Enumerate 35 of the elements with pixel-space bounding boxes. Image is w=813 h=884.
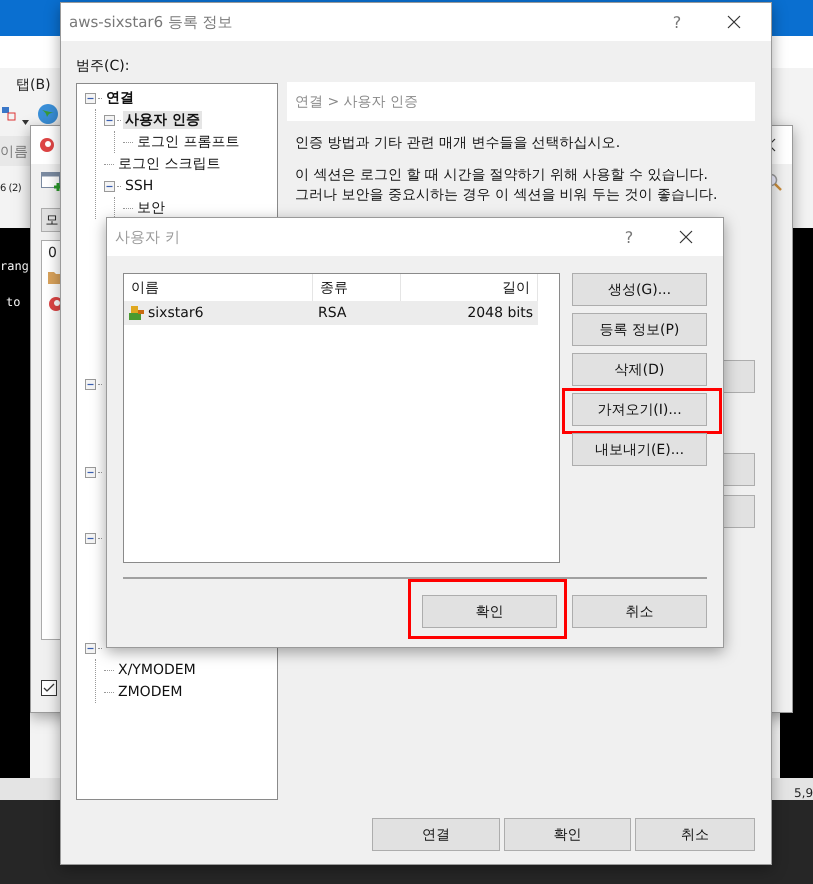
tree-item[interactable]: 보안 (135, 199, 167, 217)
breadcrumb: 연결 > 사용자 인증 (287, 82, 755, 121)
key-action-button[interactable]: 삭제(D) (572, 353, 707, 386)
table-cell: RSA (313, 301, 401, 325)
window-title: 사용자 키 (115, 228, 181, 246)
dialog-button[interactable]: 확인 (504, 818, 631, 851)
category-label: 범주(C): (76, 57, 130, 75)
tree-item[interactable]: 로그인 스크립트 (116, 155, 222, 173)
key-action-button[interactable]: 등록 정보(P) (572, 313, 707, 346)
dialog-button[interactable]: 취소 (572, 595, 707, 628)
tree-item[interactable]: SSH (123, 178, 156, 194)
key-action-button[interactable]: 생성(G)... (572, 273, 707, 306)
menu-item[interactable]: 탭(B) (16, 77, 51, 93)
terminal-text: rang (0, 259, 29, 273)
dialog-button[interactable]: 연결 (372, 818, 500, 851)
note-text: 이 섹션은 로그인 할 때 시간을 절약하기 위해 사용할 수 있습니다. 그러나 보안을 중요시하는 경우 이 섹션을 비워 두는 것이 좋습니다. (295, 166, 719, 205)
terminal-text: to (6, 295, 20, 309)
table-cell[interactable]: sixstar6 (124, 301, 313, 325)
help-button[interactable]: ? (657, 12, 697, 32)
key-action-button[interactable]: 내보내기(E)... (572, 433, 707, 466)
tree-item[interactable]: 로그인 프롬프트 (135, 133, 242, 151)
help-button[interactable]: ? (609, 226, 649, 248)
key-action-button[interactable]: 가져오기(I)... (572, 393, 707, 426)
window-title: aws-sixstar6 등록 정보 (69, 12, 234, 32)
description-text: 인증 방법과 기타 관련 매개 변수들을 선택하십시오. (295, 134, 622, 153)
tab-label[interactable]: 6 (2) (0, 183, 22, 194)
tree-item[interactable]: X/YMODEM (116, 662, 198, 678)
column-label: 이름 (0, 144, 28, 160)
table-cell: 2048 bits (401, 301, 538, 325)
tree-item[interactable]: ZMODEM (116, 684, 184, 700)
status-text: 5,9 (794, 786, 813, 800)
tree-item[interactable]: 사용자 인증 (123, 111, 202, 129)
dialog-button[interactable]: 확인 (422, 595, 557, 628)
tree-item[interactable]: 연결 (104, 89, 136, 107)
dialog-button[interactable]: 취소 (635, 818, 755, 851)
